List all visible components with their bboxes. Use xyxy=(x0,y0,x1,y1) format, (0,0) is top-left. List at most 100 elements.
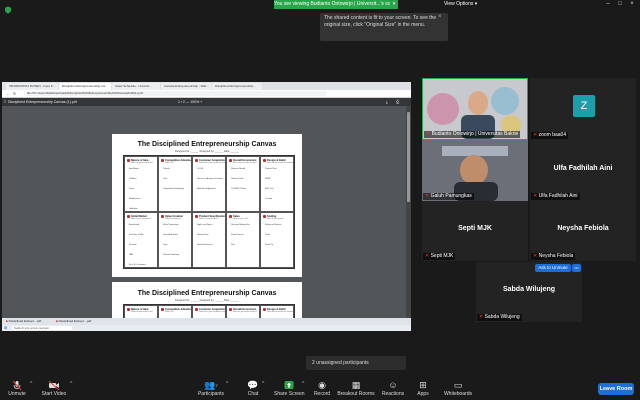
participant-name-text: Neysha Febiola xyxy=(538,253,574,259)
canvas-cell: Overall Economics How do you make money? R… xyxy=(226,156,260,212)
participants-icon: 👥7 xyxy=(204,380,218,390)
participants-count: 7 xyxy=(215,383,218,388)
unassigned-participants-notice[interactable]: 2 unassigned participants xyxy=(306,356,406,370)
apps-icon: ⊞ xyxy=(419,380,427,390)
video-tile-active-speaker[interactable]: ✕ Budianto Ontowirjo | Universitas Bakri… xyxy=(422,78,528,140)
step-number-icon xyxy=(263,308,266,311)
print-icon[interactable]: ⎙ xyxy=(396,99,399,105)
fit-to-screen-tooltip: The shared content is fit to your screen… xyxy=(320,13,448,41)
chevron-up-icon[interactable]: ^ xyxy=(30,381,32,387)
pdf-page: The Disciplined Entrepreneurship Canvas … xyxy=(112,282,302,318)
apps-label: Apps xyxy=(417,391,429,397)
participant-name: ✕ Ulfa Fadhilah Aini xyxy=(531,193,580,200)
muted-mic-icon: ✕ xyxy=(533,193,538,199)
chevron-down-icon[interactable]: ▾ xyxy=(390,0,398,9)
reactions-button[interactable]: ☺ Reactions xyxy=(378,380,408,400)
breakout-rooms-button[interactable]: ▦ Breakout Rooms xyxy=(336,380,376,400)
participant-name-text: Septi MJK xyxy=(430,253,454,259)
windows-start-icon[interactable]: ⊞ xyxy=(4,325,7,331)
video-tile[interactable]: Z ✕ zoom baa04 xyxy=(530,78,636,140)
chevron-up-icon[interactable]: ^ xyxy=(226,381,228,387)
minimize-icon[interactable]: – xyxy=(604,1,612,8)
view-options-button[interactable]: View Options ▾ xyxy=(444,0,488,9)
breakout-rooms-icon: ▦ xyxy=(351,380,361,390)
pdf-page-zoom-controls[interactable]: 1 / 2 — 100% + xyxy=(178,99,202,105)
canvas-cell: Sales How do you sell? Decision Making Uni… xyxy=(226,212,260,268)
step-number-icon xyxy=(127,159,130,162)
participant-name-text: Budianto Ontowirjo | Universitas Bakrie xyxy=(431,131,519,137)
video-tile[interactable]: Septi MJK ✕ Septi MJK xyxy=(422,201,528,261)
participants-button[interactable]: 👥7 Participants xyxy=(196,380,226,400)
back-icon[interactable]: ← xyxy=(6,91,10,96)
step-number-icon xyxy=(161,215,164,218)
start-video-button[interactable]: Start Video xyxy=(38,380,70,400)
step-number-icon xyxy=(127,308,130,311)
participant-name: ✕ Neysha Febiola xyxy=(531,253,576,260)
download-item-label: Disciplined Entrepr....pdf xyxy=(8,319,42,323)
canvas-cell: Competitive Advantage What is it? Patents … xyxy=(158,156,192,212)
menu-icon[interactable]: ≡ xyxy=(4,99,6,105)
canvas-cell: Customer Acquisition How does your custom… xyxy=(192,305,226,318)
shield-icon[interactable] xyxy=(4,1,12,14)
browser-tab[interactable]: Class Schedule - Universi... xyxy=(112,83,160,90)
step-number-icon xyxy=(263,159,266,162)
video-tile[interactable]: Ulfa Fadhilah Aini ✕ Ulfa Fadhilah Aini xyxy=(530,140,636,201)
canvas-cell-question: How do you make money? xyxy=(233,311,257,313)
step-number-icon xyxy=(229,215,232,218)
browser-tab[interactable]: Disciplined Entrepreneurship... xyxy=(212,83,262,90)
share-screen-label: Share Screen xyxy=(274,391,305,397)
chevron-up-icon[interactable]: ^ xyxy=(262,381,264,387)
browser-tab[interactable]: Canvas Entrepreneurship - Wiki... xyxy=(161,83,211,90)
leave-room-button[interactable]: Leave Room xyxy=(598,383,634,395)
reactions-icon: ☺ xyxy=(388,380,398,390)
apps-button[interactable]: ⊞ Apps xyxy=(412,380,434,400)
windows-search-input[interactable]: Ketik di sini untuk mencari xyxy=(12,326,72,330)
maximize-icon[interactable]: □ xyxy=(616,1,624,8)
canvas-title: The Disciplined Entrepreneurship Canvas xyxy=(137,141,277,148)
download-icon[interactable]: ⤓ xyxy=(386,99,388,105)
canvas-cell-fields: Value Proposition Quantified Value Core … xyxy=(163,224,180,256)
participant-name: ✕ Sabda Wilujeng xyxy=(477,314,522,321)
video-tile[interactable]: Neysha Febiola ✕ Neysha Febiola xyxy=(530,201,636,261)
canvas-cell-question: How does your customer acquire your prod… xyxy=(199,162,225,164)
muted-mic-icon: ✕ xyxy=(479,314,484,320)
canvas-cell-question: How do you make the product? xyxy=(267,311,294,313)
unmute-button[interactable]: Unmute xyxy=(2,380,32,400)
url-input[interactable]: file:///C:/Users/Dell/Downloads/Discipli… xyxy=(24,91,327,96)
download-item[interactable]: ■ Disciplined Entrepr....pdf xyxy=(56,319,91,324)
canvas-cell-question: How do you grow? xyxy=(267,218,284,220)
refresh-icon[interactable]: ↻ xyxy=(13,91,16,96)
chevron-up-icon[interactable]: ^ xyxy=(302,381,304,387)
chat-label: Chat xyxy=(247,391,259,397)
participant-name-text: zoom baa04 xyxy=(538,132,567,138)
chat-button[interactable]: 💬 Chat xyxy=(242,380,264,400)
step-number-icon xyxy=(127,215,130,218)
participant-name: ✕ Galuh Pamungkas xyxy=(423,193,474,200)
whiteboards-button[interactable]: ▭ Whiteboards xyxy=(440,380,476,400)
chevron-up-icon[interactable]: ^ xyxy=(70,381,72,387)
pdf-viewer: The Disciplined Entrepreneurship Canvas … xyxy=(2,106,411,318)
browser-tab[interactable]: INFORMATIKA DOSEN - Input K... xyxy=(6,83,58,90)
canvas-cell: Initial Market Who is your customer? Beach… xyxy=(124,212,158,268)
canvas-subtitle: Designed for: ______ Designed by: ______… xyxy=(175,299,239,302)
record-button[interactable]: ◉ Record xyxy=(310,380,334,400)
muted-mic-icon: ✕ xyxy=(533,253,538,259)
download-item[interactable]: ■ Disciplined Entrepr....pdf xyxy=(6,319,41,324)
scrollbar-thumb[interactable] xyxy=(407,112,410,202)
participant-name-text: Galuh Pamungkas xyxy=(430,193,472,199)
avatar-name: Ulfa Fadhilah Aini xyxy=(553,165,613,172)
close-icon[interactable]: × xyxy=(628,1,636,8)
more-options-button[interactable]: ••• xyxy=(572,264,581,272)
step-number-icon xyxy=(161,159,164,162)
share-screen-button[interactable]: Share Screen xyxy=(274,380,305,400)
canvas-cell: Design & Build How do you make the produc… xyxy=(260,156,294,212)
participants-label: Participants xyxy=(197,391,225,397)
close-icon[interactable]: × xyxy=(438,14,442,20)
canvas-cell: Value Creation Why do they buy? Value Prop… xyxy=(158,212,192,268)
canvas-cell: Design & Build How do you make the produc… xyxy=(260,305,294,318)
video-tile[interactable]: ✕ Galuh Pamungkas xyxy=(422,140,528,201)
canvas-cell-fields: Idea/Name Problem Vision Beneficiaries V… xyxy=(129,168,141,210)
participant-name: ✕ zoom baa04 xyxy=(531,132,569,139)
ask-to-unmute-button[interactable]: Ask to Unmute xyxy=(535,264,571,272)
browser-tab-active[interactable]: Disciplined Entrepreneurship Ca... xyxy=(59,83,111,90)
